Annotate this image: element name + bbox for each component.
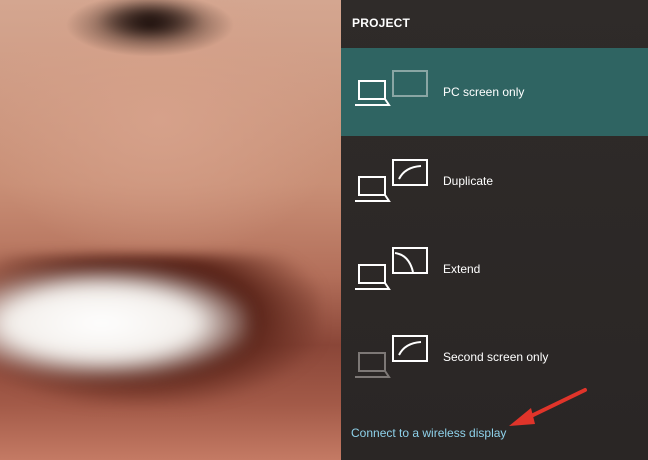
option-label: PC screen only: [443, 85, 525, 99]
pc-screen-only-icon: [355, 70, 428, 106]
duplicate-icon: [355, 159, 428, 202]
option-extend[interactable]: Extend: [341, 225, 648, 313]
second-screen-only-icon: [355, 335, 428, 378]
panel-title: PROJECT: [352, 16, 411, 30]
connect-wireless-display-link[interactable]: Connect to a wireless display: [351, 426, 506, 440]
wallpaper-detail: [0, 268, 250, 378]
option-pc-screen-only[interactable]: PC screen only: [341, 48, 648, 136]
annotation-arrow-icon: [509, 388, 587, 426]
option-label: Second screen only: [443, 350, 549, 364]
extend-icon: [355, 247, 428, 290]
option-second-screen-only[interactable]: Second screen only: [341, 313, 648, 401]
option-duplicate[interactable]: Duplicate: [341, 137, 648, 225]
desktop-wallpaper: [0, 0, 341, 460]
option-label: Extend: [443, 262, 481, 276]
option-label: Duplicate: [443, 174, 494, 188]
wallpaper-detail: [95, 0, 205, 40]
project-panel: PROJECT PC screen only Duplicate Extend: [341, 0, 648, 460]
